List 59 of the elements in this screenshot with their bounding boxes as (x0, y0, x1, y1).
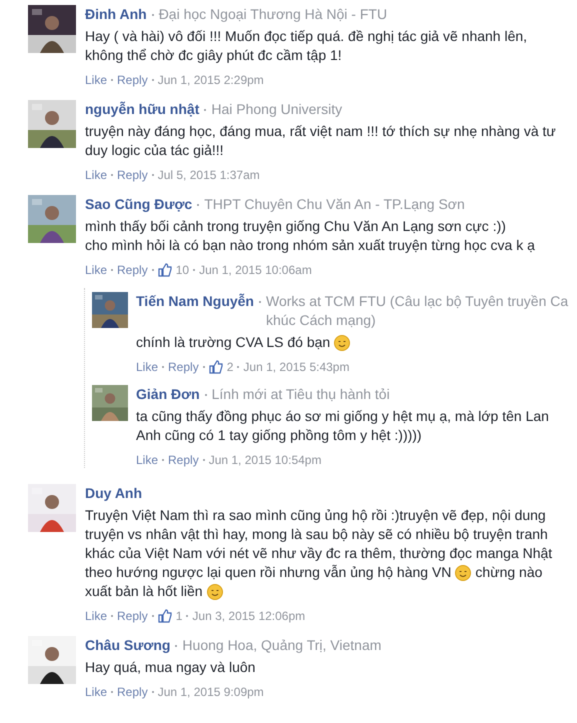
comment-date[interactable]: Jun 1, 2015 10:54pm (208, 452, 322, 468)
comment-date[interactable]: Jun 1, 2015 9:09pm (158, 684, 264, 700)
like-link[interactable]: Like (85, 684, 108, 700)
smiley-icon (455, 564, 472, 580)
comment-text: truyện vs nhân vật thì hay, mong là sau bộ này sẽ có nhiều bộ truyện tranh (85, 525, 548, 544)
reply-link[interactable]: Reply (117, 167, 148, 183)
author-info: Lính mới at Tiêu thụ hành tỏi (212, 385, 391, 404)
like-link[interactable]: Like (136, 452, 158, 468)
comment-text: Anh cũng có 1 tay giống phồng tôm y hệt :))))) (136, 426, 422, 445)
author-info: Hai Phong University (211, 100, 344, 119)
smiley-icon (206, 584, 223, 600)
thumbs-up-icon (158, 609, 172, 623)
reply-link[interactable]: Reply (117, 684, 148, 700)
like-count: 10 (176, 262, 190, 278)
smiley-icon (334, 334, 350, 350)
comment-text: khác của Việt Nam với nét vẽ như vầy đc ra thêm, thường đọc manga Nhật (85, 544, 552, 563)
comment-text: chính là trường CVA LS đó bạn (136, 333, 330, 352)
comment-text: xuất bản là hốt liền (85, 582, 203, 601)
comment-text: truyện này đáng học, đáng mua, rất việt nam !!! tớ thích sự nhẹ nhàng và tư (85, 122, 556, 141)
author-name[interactable]: Duy Anh (85, 484, 142, 503)
thumbs-up-icon (158, 263, 172, 277)
like-link[interactable]: Like (85, 72, 108, 88)
comment-text: mình thấy bối cảnh trong truyện giống Chu Văn An Lạng sơn cực :)) (85, 217, 506, 236)
reply-link[interactable]: Reply (168, 359, 199, 375)
author-info: THPT Chuyên Chu Văn An - TP.Lạng Sơn (204, 195, 466, 214)
comment-text: không thể chờ đc giây phút đc cầm tập 1! (85, 46, 342, 65)
author-name[interactable]: Giản Đơn (136, 385, 200, 404)
like-count: 1 (176, 608, 182, 624)
reply-link[interactable]: Reply (117, 262, 148, 278)
comment-text: Truyện Việt Nam thì ra sao mình cũng ủng hộ rồi :)truyện vẽ đẹp, nội dung (85, 506, 546, 525)
author-name[interactable]: Đinh Anh (85, 5, 147, 24)
author-name[interactable]: Sao Cũng Được (85, 195, 192, 214)
comment-text: Hay quá, mua ngay và luôn (85, 658, 256, 677)
reply-link[interactable]: Reply (117, 608, 148, 624)
comment-date[interactable]: Jun 1, 2015 2:29pm (158, 72, 264, 88)
comment-text: ta cũng thấy đồng phục áo sơ mi giống y hệt mụ ạ, mà lớp tên Lan (136, 407, 549, 426)
author-info: Works at TCM FTU (Câu lạc bộ Tuyên truyền Ca khúc Cách mạng) (266, 292, 570, 330)
like-link[interactable]: Like (85, 167, 108, 183)
comment-date[interactable]: Jun 3, 2015 12:06pm (192, 608, 306, 624)
author-name[interactable]: Châu Sương (85, 636, 170, 655)
comment-text: cho mình hỏi là có bạn nào trong nhóm sản xuất truyện từng học cva k ạ (85, 236, 535, 255)
comment-text: duy logic của tác giả!!! (85, 141, 224, 160)
comment-date[interactable]: Jun 1, 2015 5:43pm (243, 359, 350, 375)
comment-date[interactable]: Jul 5, 2015 1:37am (158, 167, 260, 183)
comment-text: theo hướng ngược lại quen rồi nhưng vẫn ủng hộ hàng VN (85, 563, 452, 582)
author-name[interactable]: nguyễn hữu nhật (85, 100, 200, 119)
like-link[interactable]: Like (85, 262, 108, 278)
reply-link[interactable]: Reply (117, 72, 148, 88)
comment-text: Hay ( và hài) vô đối !!! Muốn đọc tiếp quá. đề nghị tác giả vẽ nhanh lên, (85, 27, 528, 46)
thumbs-up-icon (208, 360, 223, 374)
comment-text: chừng nào (475, 563, 542, 582)
comment-date[interactable]: Jun 1, 2015 10:06am (199, 262, 312, 278)
author-info: Huong Hoa, Quảng Trị, Vietnam (182, 636, 382, 655)
like-link[interactable]: Like (85, 608, 108, 624)
reply-link[interactable]: Reply (168, 452, 199, 468)
like-link[interactable]: Like (136, 359, 158, 375)
author-info: Đại học Ngoại Thương Hà Nội - FTU (158, 5, 388, 24)
author-name[interactable]: Tiến Nam Nguyễn (136, 292, 254, 311)
like-count: 2 (226, 359, 234, 375)
